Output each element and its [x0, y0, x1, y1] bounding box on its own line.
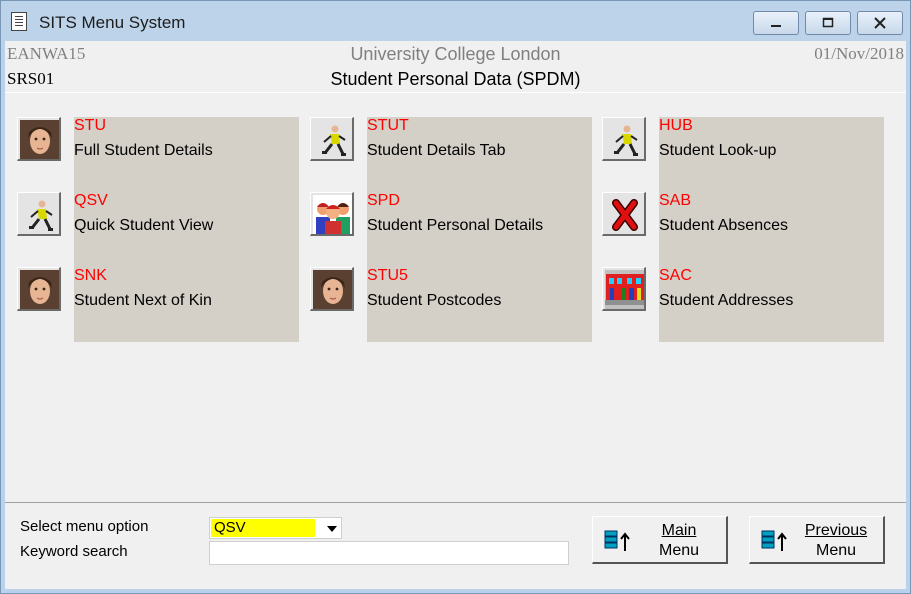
- app-document-icon[interactable]: [11, 12, 27, 31]
- main-menu-label-line2: Menu: [658, 542, 700, 559]
- menu-item-code: SAC: [659, 267, 692, 284]
- menu-item-code: HUB: [659, 117, 693, 134]
- people-group-icon[interactable]: [310, 192, 354, 236]
- previous-menu-label-line1: Previous: [804, 522, 868, 539]
- select-menu-option-label: Select menu option: [20, 518, 149, 535]
- menu-option-value[interactable]: QSV: [211, 519, 315, 537]
- menu-item-code: SPD: [367, 192, 400, 209]
- menu-up-arrow-icon: [761, 530, 787, 551]
- menu-item-label[interactable]: Student Addresses: [659, 292, 793, 310]
- title-bar[interactable]: SITS Menu System: [1, 1, 910, 41]
- previous-menu-label-line2: Menu: [815, 542, 857, 559]
- minimize-button[interactable]: [753, 11, 799, 35]
- current-date: 01/Nov/2018: [814, 44, 904, 63]
- menu-up-arrow-icon: [604, 530, 630, 551]
- previous-menu-button[interactable]: Previous Menu: [749, 516, 885, 564]
- menu-item-label[interactable]: Student Look-up: [659, 142, 776, 160]
- menu-item-spd[interactable]: SPD Student Personal Details: [310, 192, 592, 252]
- student-photo-icon[interactable]: [310, 267, 354, 311]
- keyword-search-label: Keyword search: [20, 543, 128, 560]
- running-person-icon[interactable]: [17, 192, 61, 236]
- menu-item-code: STU: [74, 117, 106, 134]
- menu-item-snk[interactable]: SNK Student Next of Kin: [17, 267, 299, 327]
- menu-item-qsv[interactable]: QSV Quick Student View: [17, 192, 299, 252]
- menu-item-hub[interactable]: HUB Student Look-up: [602, 117, 884, 177]
- red-cross-icon[interactable]: [602, 192, 646, 236]
- keyword-search-input[interactable]: [209, 541, 569, 565]
- institution-name: University College London: [350, 44, 561, 64]
- menu-item-code: SAB: [659, 192, 692, 209]
- menu-option-select[interactable]: QSV: [209, 517, 342, 539]
- menu-item-stut[interactable]: STUT Student Details Tab: [310, 117, 592, 177]
- running-person-icon[interactable]: [602, 117, 646, 161]
- menu-item-label[interactable]: Student Absences: [659, 217, 788, 235]
- student-photo-icon[interactable]: [17, 267, 61, 311]
- menu-item-stu[interactable]: STU Full Student Details: [17, 117, 299, 177]
- menu-title: Student Personal Data (SPDM): [330, 69, 581, 89]
- running-person-icon[interactable]: [310, 117, 354, 161]
- menu-item-label[interactable]: Student Postcodes: [367, 292, 501, 310]
- menu-item-sab[interactable]: SAB Student Absences: [602, 192, 884, 252]
- menu-item-label[interactable]: Student Personal Details: [367, 217, 543, 235]
- menu-item-stu5[interactable]: STU5 Student Postcodes: [310, 267, 592, 327]
- houses-icon[interactable]: [602, 267, 646, 311]
- menu-item-code: SNK: [74, 267, 107, 284]
- main-menu-label-line1: Main: [661, 522, 697, 539]
- minimize-icon: [771, 25, 781, 27]
- menu-item-label[interactable]: Full Student Details: [74, 142, 213, 160]
- maximize-icon: [822, 17, 834, 28]
- client-area: EANWA15 University College London 01/Nov…: [5, 41, 906, 589]
- menu-item-label[interactable]: Student Next of Kin: [74, 292, 212, 310]
- menu-item-label[interactable]: Student Details Tab: [367, 142, 505, 160]
- close-icon: [874, 17, 886, 29]
- menu-options-panel: STU Full Student Details QSV Quick Stude…: [5, 92, 906, 503]
- window-title: SITS Menu System: [39, 13, 186, 32]
- menu-item-label[interactable]: Quick Student View: [74, 217, 213, 235]
- main-menu-button[interactable]: Main Menu: [592, 516, 728, 564]
- close-button[interactable]: [857, 11, 903, 35]
- maximize-button[interactable]: [805, 11, 851, 35]
- menu-item-code: STU5: [367, 267, 408, 284]
- menu-item-code: QSV: [74, 192, 108, 209]
- bottom-panel: Select menu option Keyword search QSV Ma…: [5, 502, 906, 589]
- chevron-down-icon[interactable]: [327, 526, 337, 532]
- menu-item-code: STUT: [367, 117, 409, 134]
- student-photo-icon[interactable]: [17, 117, 61, 161]
- app-window: SITS Menu System EANWA15 University Coll…: [0, 0, 911, 594]
- menu-item-sac[interactable]: SAC Student Addresses: [602, 267, 884, 327]
